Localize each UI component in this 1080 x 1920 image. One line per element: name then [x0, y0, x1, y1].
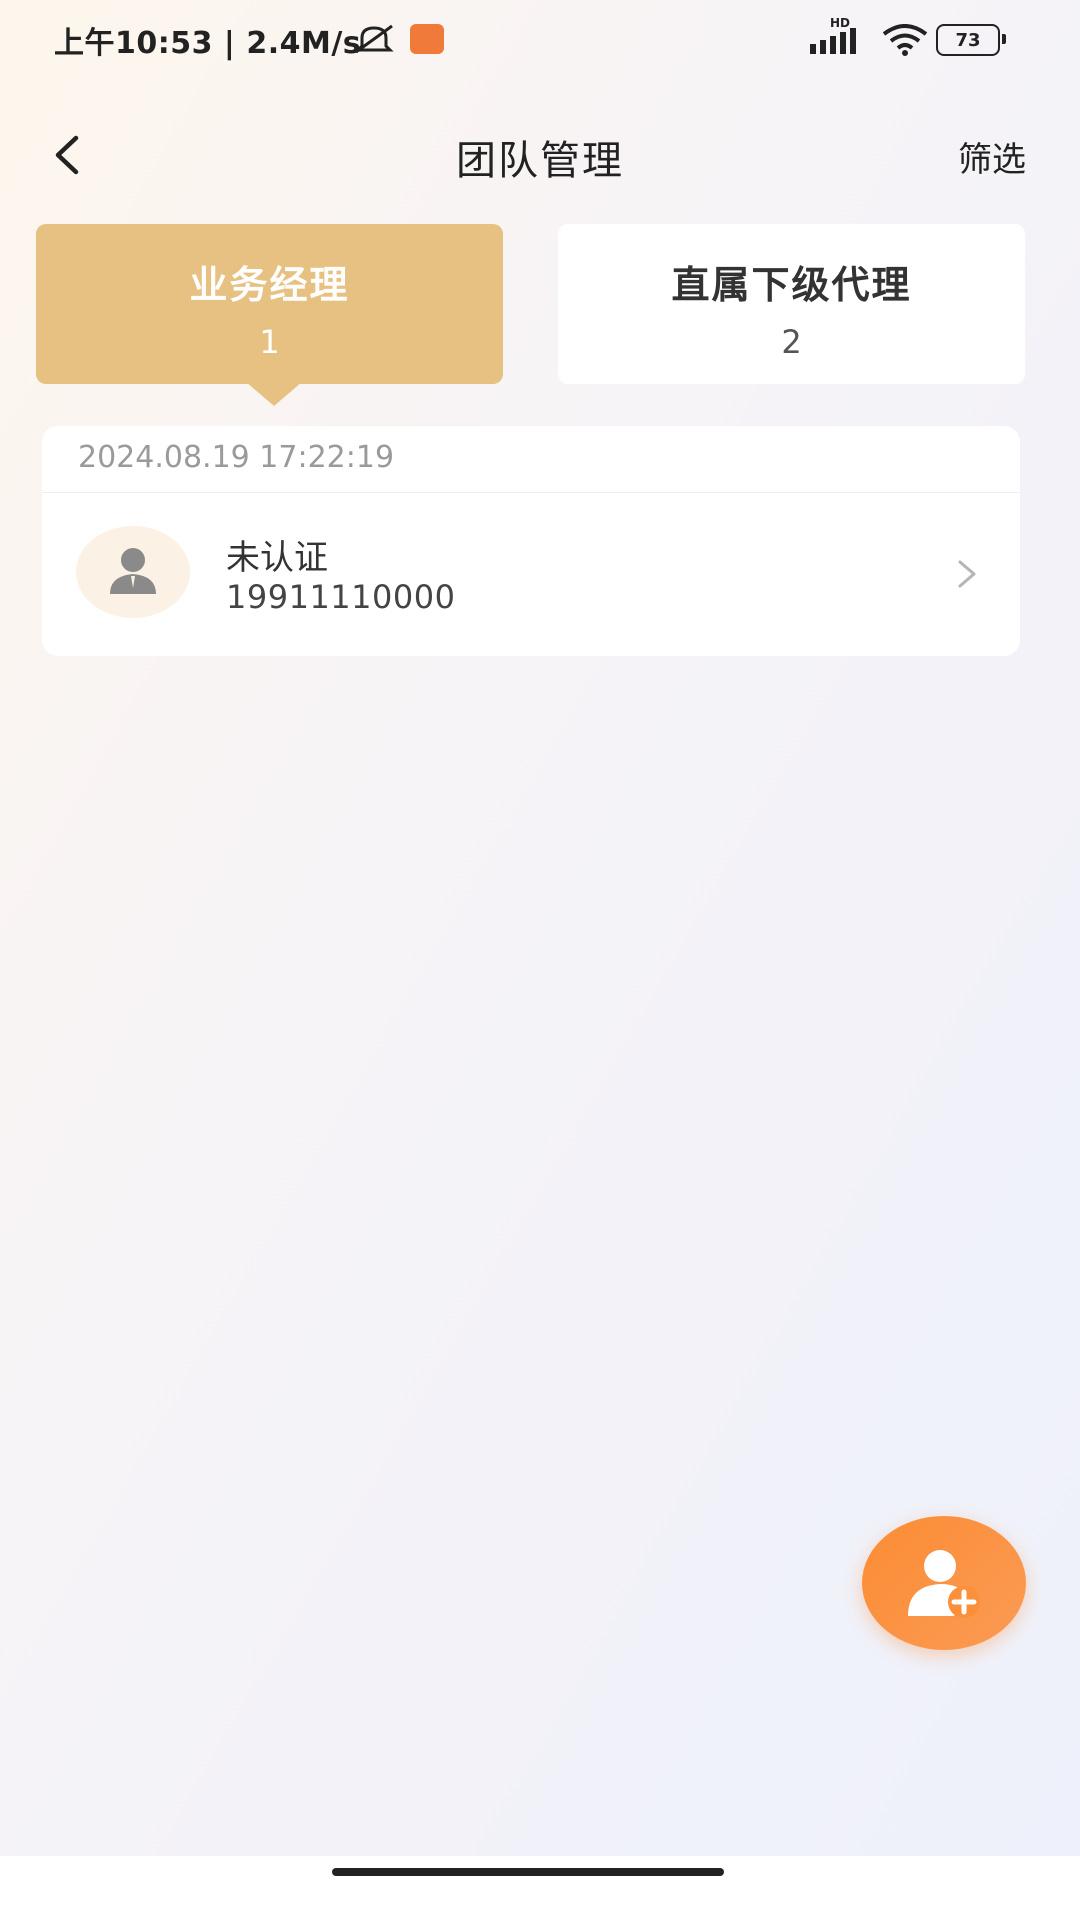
battery-level: 73: [955, 29, 981, 51]
tab-label: 业务经理: [189, 263, 350, 307]
bottom-nav-area: [0, 1856, 1080, 1920]
member-name: 未认证: [226, 538, 328, 578]
tab-business-manager[interactable]: 业务经理 1: [36, 224, 503, 384]
avatar: [76, 526, 190, 618]
tab-count: 1: [259, 323, 280, 361]
add-member-button[interactable]: [862, 1516, 1026, 1650]
tab-count: 2: [781, 323, 802, 361]
person-icon: [110, 548, 156, 594]
add-user-icon: [908, 1550, 980, 1618]
item-date: 2024.08.19 17:22:19: [78, 440, 395, 475]
active-tab-pointer: [246, 382, 302, 406]
chevron-right-icon: [958, 560, 976, 588]
status-bar: 上午10:53 | 2.4M/s HD 73: [0, 0, 1080, 80]
status-time: 上午10:53 | 2.4M/s: [54, 26, 362, 61]
app-header: 团队管理 筛选: [0, 110, 1080, 200]
page-title: 团队管理: [456, 138, 624, 184]
tab-direct-sub-agents[interactable]: 直属下级代理 2: [558, 224, 1025, 384]
mute-icon: [354, 24, 394, 54]
app-notification-icon: [410, 24, 444, 54]
filter-button[interactable]: 筛选: [958, 132, 1026, 181]
divider: [42, 492, 1020, 493]
home-indicator[interactable]: [332, 1868, 724, 1876]
member-phone: 19911110000: [226, 578, 456, 616]
list-item[interactable]: 2024.08.19 17:22:19 未认证 19911110000: [42, 426, 1020, 656]
wifi-icon: [882, 24, 928, 56]
tab-label: 直属下级代理: [671, 263, 912, 307]
signal-icon: [810, 28, 856, 54]
battery-icon: 73: [936, 24, 1006, 56]
